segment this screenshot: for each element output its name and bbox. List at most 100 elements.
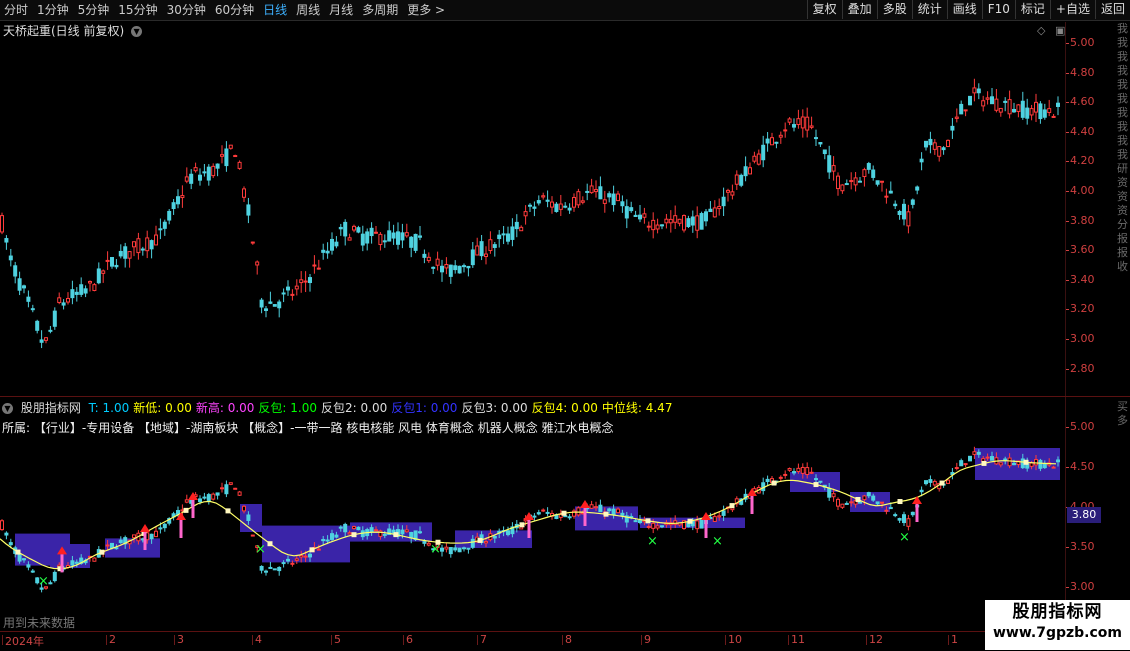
- candle-body: [734, 174, 739, 185]
- toolbar-button[interactable]: 叠加: [841, 0, 877, 19]
- chevron-down-icon[interactable]: ▼: [2, 403, 13, 414]
- candle-body: [646, 525, 651, 528]
- candle-body: [132, 534, 136, 539]
- indicator-chart[interactable]: × × × × × ×: [0, 420, 1065, 630]
- candle-body: [831, 493, 836, 498]
- candle-body: [140, 248, 145, 251]
- toolbar-button[interactable]: 画线: [946, 0, 982, 19]
- candle-body: [1038, 103, 1043, 120]
- period-tab[interactable]: 30分钟: [167, 2, 206, 18]
- candle-body: [215, 492, 220, 496]
- period-tab[interactable]: 周线: [296, 2, 320, 18]
- candle-body: [356, 526, 361, 531]
- candle-body: [4, 532, 9, 536]
- time-axis[interactable]: 2024年 2 3 4 5 6 7 8 9 10 11 12 1: [0, 631, 1065, 651]
- candle-body: [272, 568, 277, 571]
- toolbar-button[interactable]: F10: [981, 0, 1015, 19]
- candle-body: [422, 541, 427, 544]
- period-tab[interactable]: 5分钟: [78, 2, 110, 18]
- candle-body: [88, 280, 92, 284]
- candle-body: [400, 232, 405, 241]
- candle-body: [664, 218, 669, 224]
- candle-body: [352, 225, 356, 231]
- candle-body: [413, 233, 418, 251]
- period-tab[interactable]: 日线: [263, 2, 287, 18]
- period-tab[interactable]: 1分钟: [37, 2, 69, 18]
- median-marker: [561, 510, 567, 516]
- candle-body: [114, 264, 119, 268]
- candle-body: [206, 494, 211, 503]
- candle-body: [426, 256, 431, 262]
- candle-body: [985, 97, 990, 100]
- candle-body: [853, 177, 858, 186]
- candle-body: [897, 518, 902, 521]
- candle-body: [1012, 462, 1016, 466]
- candle-body: [959, 460, 964, 467]
- period-tab[interactable]: 月线: [329, 2, 353, 18]
- candle-body: [902, 203, 906, 220]
- candle-body: [985, 456, 990, 459]
- side-vertical-text-lower[interactable]: 买多: [1117, 400, 1130, 440]
- period-tab[interactable]: 分时: [4, 2, 28, 18]
- candle-body: [712, 516, 717, 522]
- side-vertical-text[interactable]: 我我我我我我我我我我研资资资分报报收: [1117, 22, 1130, 392]
- candle-body: [8, 255, 13, 261]
- candle-body: [457, 265, 462, 274]
- candle-body: [154, 234, 158, 246]
- period-tab[interactable]: 60分钟: [215, 2, 254, 18]
- candle-body: [440, 547, 444, 552]
- candle-body: [1012, 108, 1016, 113]
- candle-body: [844, 502, 849, 505]
- median-marker: [477, 537, 483, 543]
- toolbar-button[interactable]: 返回: [1094, 0, 1130, 19]
- candle-body: [70, 560, 75, 566]
- median-marker: [939, 480, 945, 486]
- candlestick-chart[interactable]: [0, 22, 1065, 392]
- toolbar-button[interactable]: 多股: [876, 0, 912, 19]
- period-tab[interactable]: 更多 >: [407, 2, 445, 18]
- period-tab[interactable]: 多周期: [362, 2, 398, 18]
- candle-body: [576, 191, 581, 206]
- candle-body: [673, 215, 678, 223]
- candle-body: [286, 558, 290, 562]
- candle-body: [690, 216, 695, 226]
- candle-body: [409, 236, 414, 248]
- signal-bar: [527, 520, 531, 538]
- period-tab[interactable]: 15分钟: [118, 2, 157, 18]
- candle-body: [418, 531, 422, 534]
- price-tick: 5.00: [1066, 420, 1095, 433]
- toolbar-button[interactable]: 统计: [911, 0, 947, 19]
- candle-body: [981, 100, 986, 107]
- candle-body: [532, 206, 537, 209]
- candle-body: [730, 191, 735, 196]
- toolbar-button[interactable]: +自选: [1049, 0, 1095, 19]
- toolbar-button[interactable]: 复权: [806, 0, 842, 19]
- candle-body: [840, 503, 845, 508]
- candle-body: [849, 180, 854, 183]
- candle-body: [695, 520, 700, 530]
- month-label: 12: [866, 633, 883, 646]
- candle-body: [924, 480, 928, 485]
- candle-body: [1020, 100, 1025, 118]
- candle-body: [435, 258, 440, 266]
- candle-body: [616, 508, 620, 514]
- candle-body: [954, 467, 959, 470]
- candle-body: [545, 511, 550, 514]
- range-box: [50, 544, 90, 568]
- candle-body: [224, 148, 229, 167]
- candle-body: [325, 539, 330, 542]
- indicator-name[interactable]: 股朋指标网: [21, 401, 81, 415]
- candle-body: [316, 548, 321, 551]
- candle-body: [928, 138, 933, 146]
- candle-body: [840, 184, 845, 192]
- candle-body: [268, 566, 273, 569]
- panel-separator[interactable]: [0, 396, 1130, 397]
- range-box: [455, 530, 532, 548]
- candle-body: [453, 547, 458, 551]
- candle-body: [448, 547, 453, 555]
- candle-body: [281, 292, 286, 295]
- candle-body: [0, 520, 4, 531]
- toolbar-button[interactable]: 标记: [1014, 0, 1050, 19]
- candle-body: [338, 526, 343, 529]
- candle-body: [585, 190, 590, 193]
